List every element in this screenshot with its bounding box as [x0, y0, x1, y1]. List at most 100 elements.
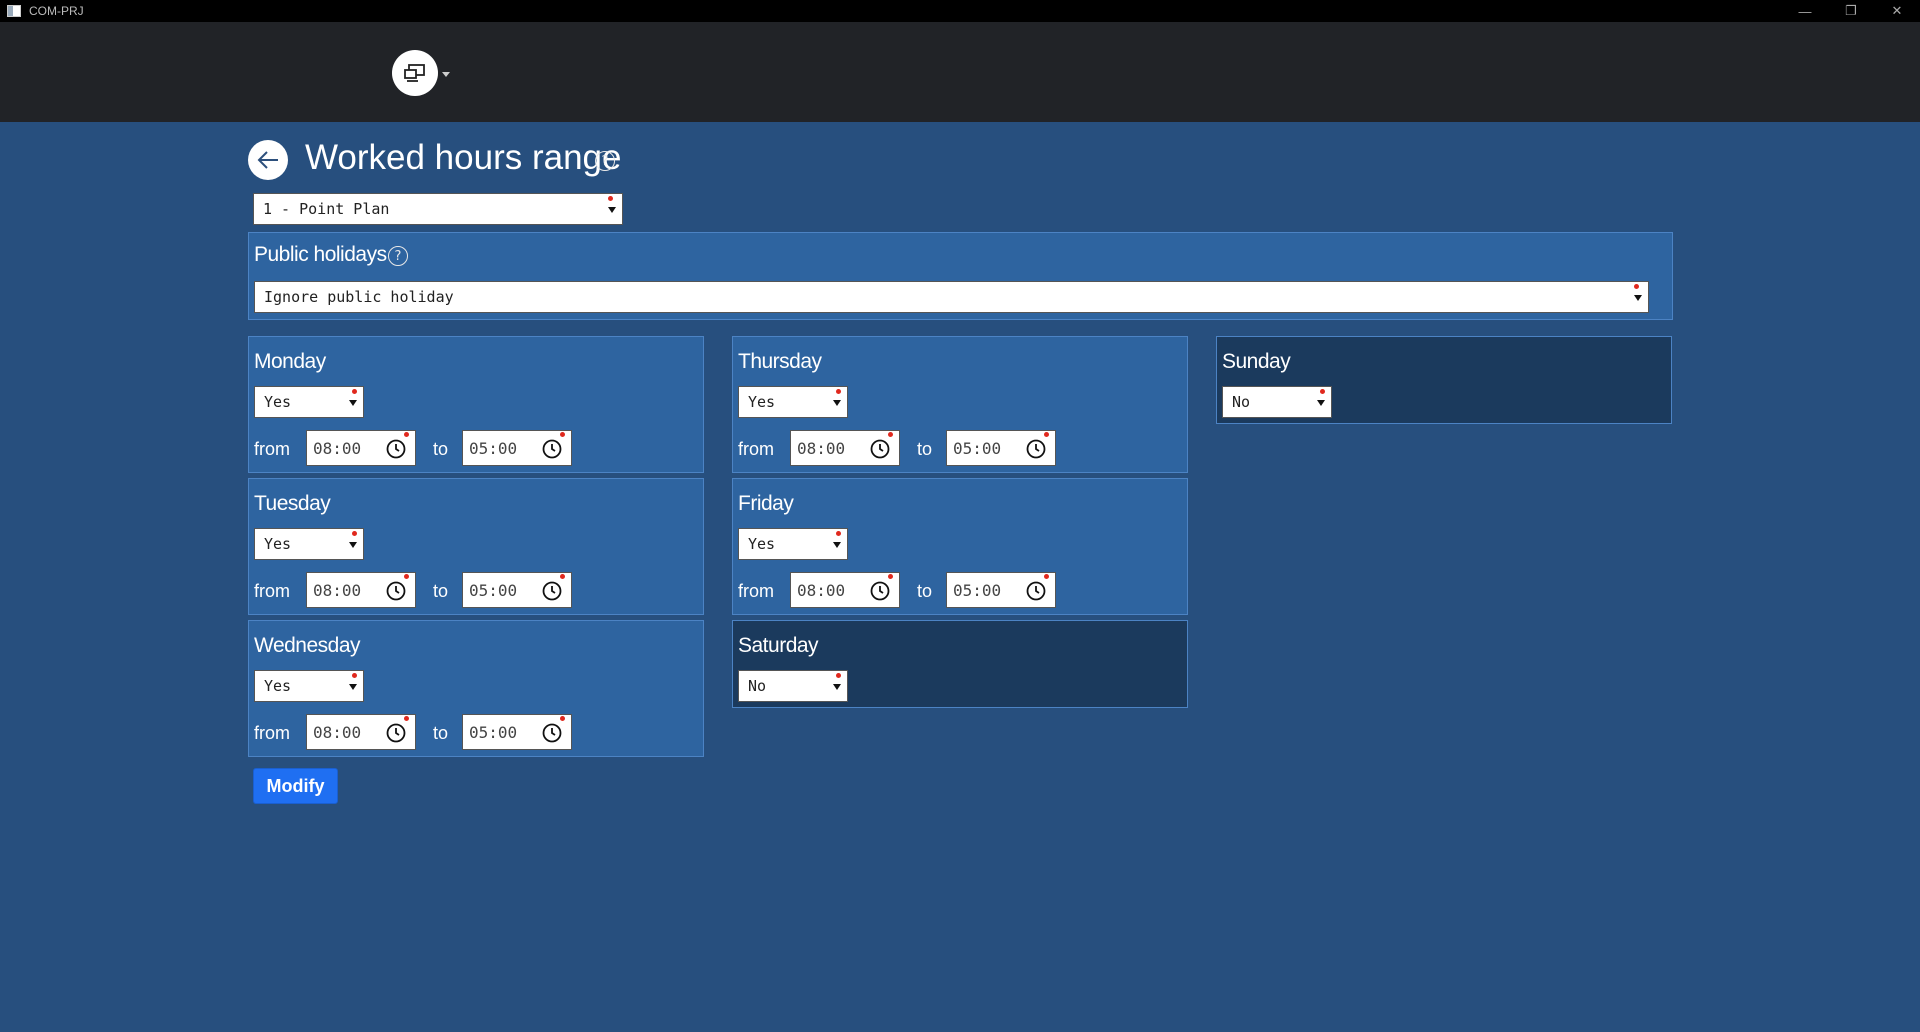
to-label: to [917, 581, 933, 601]
day-active-value: Yes [264, 393, 292, 411]
public-holidays-select-value: Ignore public holiday [264, 288, 454, 306]
to-time-value: 05:00 [469, 438, 518, 458]
from-time-value: 08:00 [313, 580, 362, 600]
to-time-input[interactable]: 05:00 [946, 430, 1056, 466]
day-active-value: No [1232, 393, 1251, 411]
device-switch-icon [404, 64, 425, 82]
dropdown-caret-icon [608, 207, 616, 213]
required-marker [560, 432, 565, 437]
required-marker [836, 389, 841, 394]
day-active-select[interactable]: Yes [254, 528, 364, 560]
window-controls: — ❐ ✕ [1782, 0, 1920, 22]
page-title: Worked hours range [305, 138, 622, 177]
dropdown-caret-icon [833, 400, 841, 406]
required-marker [560, 574, 565, 579]
clock-icon[interactable] [386, 723, 406, 743]
required-marker [560, 716, 565, 721]
day-active-select[interactable]: No [1222, 386, 1332, 418]
dropdown-caret-icon [349, 400, 357, 406]
required-marker [404, 574, 409, 579]
day-name: Thursday [738, 350, 822, 373]
to-time-value: 05:00 [469, 580, 518, 600]
to-label: to [433, 723, 449, 743]
public-holidays-select[interactable]: Ignore public holiday [254, 281, 1649, 313]
restore-button[interactable]: ❐ [1828, 0, 1874, 22]
day-name: Wednesday [254, 634, 361, 657]
dropdown-caret-icon [1317, 400, 1325, 406]
day-card-saturday: Saturday No [732, 620, 1188, 708]
required-marker [836, 531, 841, 536]
day-card-wednesday: Wednesday Yes from 08:00 to 05:00 [248, 620, 704, 757]
chevron-down-icon[interactable] [442, 72, 450, 77]
day-active-select[interactable]: Yes [254, 386, 364, 418]
back-button[interactable] [248, 140, 288, 180]
public-holidays-label: Public holidays [254, 243, 387, 266]
day-name: Sunday [1222, 350, 1291, 373]
dropdown-caret-icon [833, 542, 841, 548]
from-time-value: 08:00 [797, 580, 846, 600]
day-card-sunday: Sunday No [1216, 336, 1672, 424]
help-icon[interactable]: ? [595, 151, 615, 171]
clock-icon[interactable] [386, 581, 406, 601]
day-active-value: No [748, 677, 767, 695]
to-time-input[interactable]: 05:00 [462, 714, 572, 750]
dropdown-caret-icon [349, 542, 357, 548]
day-name: Saturday [738, 634, 819, 657]
from-time-input[interactable]: 08:00 [790, 430, 900, 466]
from-label: from [254, 439, 290, 459]
day-active-select[interactable]: Yes [738, 528, 848, 560]
to-time-input[interactable]: 05:00 [946, 572, 1056, 608]
to-time-input[interactable]: 05:00 [462, 572, 572, 608]
clock-icon[interactable] [1026, 439, 1046, 459]
required-marker [836, 673, 841, 678]
day-card-monday: Monday Yes from 08:00 to 05:00 [248, 336, 704, 473]
day-active-select[interactable]: Yes [254, 670, 364, 702]
from-label: from [254, 581, 290, 601]
from-time-input[interactable]: 08:00 [306, 430, 416, 466]
device-switch-button[interactable] [392, 50, 438, 96]
clock-icon[interactable] [870, 581, 890, 601]
from-time-input[interactable]: 08:00 [790, 572, 900, 608]
to-time-input[interactable]: 05:00 [462, 430, 572, 466]
day-name: Monday [254, 350, 326, 373]
clock-icon[interactable] [870, 439, 890, 459]
to-label: to [917, 439, 933, 459]
to-label: to [433, 581, 449, 601]
from-time-value: 08:00 [313, 722, 362, 742]
clock-icon[interactable] [386, 439, 406, 459]
required-marker [352, 531, 357, 536]
minimize-button[interactable]: — [1782, 0, 1828, 22]
dropdown-caret-icon [1634, 295, 1642, 301]
from-time-input[interactable]: 08:00 [306, 714, 416, 750]
day-card-tuesday: Tuesday Yes from 08:00 to 05:00 [248, 478, 704, 615]
app-header [0, 22, 1920, 122]
modify-button[interactable]: Modify [253, 768, 338, 804]
from-time-value: 08:00 [313, 438, 362, 458]
from-time-input[interactable]: 08:00 [306, 572, 416, 608]
required-marker [608, 196, 613, 201]
required-marker [352, 389, 357, 394]
day-card-friday: Friday Yes from 08:00 to 05:00 [732, 478, 1188, 615]
day-active-value: Yes [748, 393, 776, 411]
to-time-value: 05:00 [953, 438, 1002, 458]
clock-icon[interactable] [1026, 581, 1046, 601]
clock-icon[interactable] [542, 723, 562, 743]
day-card-thursday: Thursday Yes from 08:00 to 05:00 [732, 336, 1188, 473]
to-time-value: 05:00 [953, 580, 1002, 600]
day-active-select[interactable]: Yes [738, 386, 848, 418]
required-marker [352, 673, 357, 678]
clock-icon[interactable] [542, 581, 562, 601]
clock-icon[interactable] [542, 439, 562, 459]
app-window-icon [7, 5, 21, 17]
required-marker [404, 432, 409, 437]
day-active-value: Yes [264, 677, 292, 695]
required-marker [1044, 574, 1049, 579]
dropdown-caret-icon [833, 684, 841, 690]
plan-select[interactable]: 1 - Point Plan [253, 193, 623, 225]
window-title: COM-PRJ [29, 4, 84, 18]
day-active-select[interactable]: No [738, 670, 848, 702]
close-button[interactable]: ✕ [1874, 0, 1920, 22]
required-marker [404, 716, 409, 721]
back-arrow-icon [257, 151, 278, 169]
public-holidays-help-icon[interactable]: ? [388, 246, 408, 266]
